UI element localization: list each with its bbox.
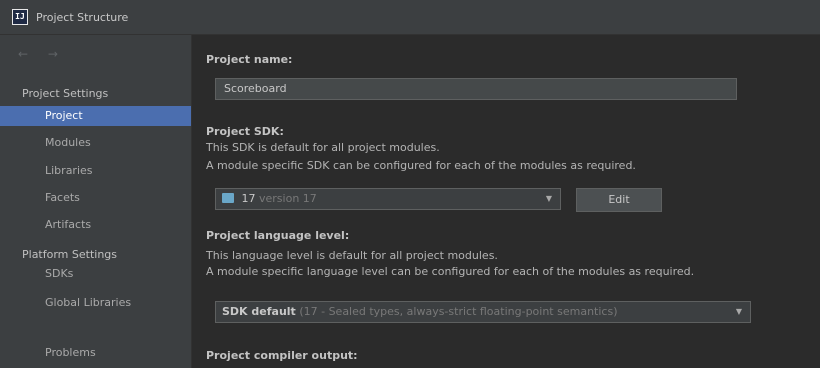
project-language-level-label: Project language level: xyxy=(206,229,350,242)
sdk-folder-icon xyxy=(222,193,234,203)
project-settings-header: Project Settings xyxy=(22,87,109,100)
chevron-down-icon: ▼ xyxy=(735,307,742,316)
language-level-dropdown[interactable]: SDK default (17 - Sealed types, always-s… xyxy=(215,301,751,323)
sdk-value: 17 xyxy=(241,192,256,205)
project-sdk-label: Project SDK: xyxy=(206,125,284,138)
project-compiler-output-label: Project compiler output: xyxy=(206,349,358,362)
sidebar: ← → Project Settings Project Modules Lib… xyxy=(0,35,192,368)
sidebar-item-sdks[interactable]: SDKs xyxy=(0,264,191,284)
sidebar-item-facets[interactable]: Facets xyxy=(0,188,191,208)
sidebar-item-modules[interactable]: Modules xyxy=(0,133,191,153)
title-bar: IJ Project Structure xyxy=(0,0,820,35)
sidebar-item-project[interactable]: Project xyxy=(0,106,191,126)
project-sdk-description: This SDK is default for all project modu… xyxy=(206,141,440,154)
project-name-label: Project name: xyxy=(206,53,293,66)
project-sdk-description-2: A module specific SDK can be configured … xyxy=(206,159,636,172)
sdk-version: version 17 xyxy=(259,192,317,205)
edit-sdk-button[interactable]: Edit xyxy=(576,188,662,212)
sidebar-item-libraries[interactable]: Libraries xyxy=(0,161,191,181)
chevron-down-icon: ▼ xyxy=(545,194,552,203)
language-level-value: SDK default xyxy=(222,305,296,318)
sidebar-item-artifacts[interactable]: Artifacts xyxy=(0,215,191,235)
project-name-input[interactable]: Scoreboard xyxy=(215,78,737,100)
sidebar-item-global-libraries[interactable]: Global Libraries xyxy=(0,293,191,313)
sidebar-item-problems[interactable]: Problems xyxy=(0,343,191,363)
language-level-detail: (17 - Sealed types, always-strict floati… xyxy=(299,305,618,318)
project-sdk-dropdown[interactable]: 17 version 17 ▼ xyxy=(215,188,561,210)
language-level-description: This language level is default for all p… xyxy=(206,249,498,262)
back-forward-arrows-icon[interactable]: ← → xyxy=(18,47,66,61)
project-settings-panel: Project name: Scoreboard Project SDK: Th… xyxy=(192,35,820,368)
window-title: Project Structure xyxy=(36,10,129,24)
platform-settings-header: Platform Settings xyxy=(22,248,118,261)
intellij-app-icon: IJ xyxy=(12,9,28,25)
language-level-description-2: A module specific language level can be … xyxy=(206,265,695,278)
